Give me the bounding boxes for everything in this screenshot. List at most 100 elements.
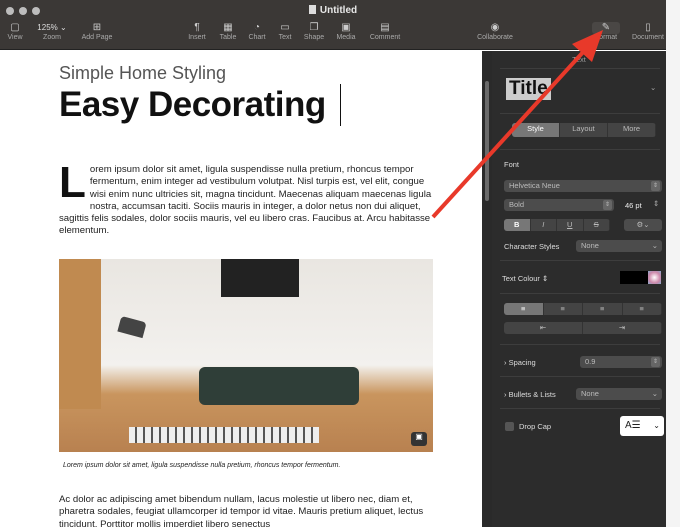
window-title-text: Untitled xyxy=(319,5,358,16)
stepper-icon: ⇕ xyxy=(651,181,660,191)
sidebar-header: Text xyxy=(572,55,586,64)
increase-indent-icon[interactable]: ⇥ xyxy=(583,322,662,334)
image-caption[interactable]: Lorem ipsum dolor sit amet, ligula suspe… xyxy=(63,462,340,469)
text-colour-well[interactable] xyxy=(620,271,648,284)
text-colour-label: Text Colour ⇕ xyxy=(502,274,549,283)
collaborate-button[interactable]: ◉ Collaborate xyxy=(470,22,520,41)
colour-picker-icon[interactable] xyxy=(648,271,661,284)
table-label: Table xyxy=(219,34,237,41)
document-icon: ▯ xyxy=(645,22,651,33)
add-page-label: Add Page xyxy=(81,34,113,41)
tab-more[interactable]: More xyxy=(608,123,656,137)
toolbar: Untitled ▢ View 125% ⌄ Zoom ⊞ Add Page ¶ Ins… xyxy=(0,0,666,50)
zoom-label: Zoom xyxy=(43,34,61,41)
bullets-label: Bullets & Lists xyxy=(508,390,556,399)
font-label: Font xyxy=(504,160,520,169)
image-icon[interactable]: ▣ xyxy=(411,432,427,446)
bold-button[interactable]: B xyxy=(504,219,531,231)
character-styles-select[interactable]: None ⌄ xyxy=(576,240,662,252)
text-format-buttons: B I U S xyxy=(504,219,610,231)
font-size-field[interactable]: 46 pt xyxy=(625,201,642,210)
insert-label: Insert xyxy=(188,34,206,41)
gear-icon: ⚙⌄ xyxy=(636,220,650,229)
body-text: orem ipsum dolor sit amet, ligula suspen… xyxy=(59,164,432,237)
indent-buttons: ⇤ ⇥ xyxy=(504,322,662,334)
font-family-select[interactable]: Helvetica Neue ⇕ xyxy=(504,180,662,192)
underline-button[interactable]: U xyxy=(557,219,584,231)
document-icon xyxy=(308,5,316,14)
floor-sofa xyxy=(199,367,359,405)
media-label: Media xyxy=(336,34,356,41)
add-page-button[interactable]: ⊞ Add Page xyxy=(77,22,117,41)
subtitle[interactable]: Simple Home Styling xyxy=(59,63,226,84)
chart-label: Chart xyxy=(248,34,266,41)
paintbrush-icon: ✎ xyxy=(592,22,620,34)
media-icon: ▣ xyxy=(341,22,351,33)
text-options-button[interactable]: ⚙⌄ xyxy=(624,219,662,231)
character-styles-label: Character Styles xyxy=(504,242,560,251)
decrease-indent-icon[interactable]: ⇤ xyxy=(504,322,583,334)
scrollbar[interactable] xyxy=(482,51,492,527)
add-page-icon: ⊞ xyxy=(92,22,102,33)
bullets-value: None xyxy=(581,389,599,398)
spacing-field[interactable]: 0.9 ⇕ xyxy=(580,356,662,368)
spacing-disclosure[interactable]: › Spacing xyxy=(504,358,536,367)
align-right-icon[interactable]: ≡ xyxy=(583,303,623,315)
bamboo-screen xyxy=(59,259,101,409)
text-caret xyxy=(340,84,341,126)
align-left-icon[interactable]: ≡ xyxy=(504,303,544,315)
format-label: Format xyxy=(594,34,618,41)
view-label: View xyxy=(7,34,23,41)
tab-layout[interactable]: Layout xyxy=(560,123,608,137)
spacing-label: Spacing xyxy=(508,358,536,367)
italic-button[interactable]: I xyxy=(531,219,557,231)
living-room-photo[interactable]: ▣ xyxy=(59,259,433,452)
document-button[interactable]: ▯ Document xyxy=(628,22,668,41)
font-weight-select[interactable]: Bold ⇕ xyxy=(504,199,614,211)
spacing-value: 0.9 xyxy=(585,357,596,366)
drop-cap: L xyxy=(59,158,86,207)
stepper-icon: ⇕ xyxy=(651,357,660,367)
align-center-icon[interactable]: ≡ xyxy=(544,303,583,315)
font-family-value: Helvetica Neue xyxy=(509,181,560,190)
format-button[interactable]: ✎ Format xyxy=(586,22,626,41)
rug xyxy=(129,427,319,443)
drop-cap-style-select[interactable]: A☰ ⌄ xyxy=(620,416,664,436)
scrollbar-thumb[interactable] xyxy=(485,81,489,201)
justify-icon[interactable]: ≡ xyxy=(623,303,662,315)
title-heading[interactable]: Easy Decorating xyxy=(59,85,326,125)
font-weight-value: Bold xyxy=(509,200,525,209)
paragraph-style-preview[interactable]: Title xyxy=(506,78,551,100)
chevron-down-icon[interactable]: ⌄ xyxy=(650,83,656,92)
zoom-button[interactable]: 125% ⌄ Zoom xyxy=(32,22,72,41)
sidebar-tabs: Style Layout More xyxy=(512,123,656,137)
document-label: Document xyxy=(632,34,664,41)
text-label: Text xyxy=(278,34,292,41)
strikethrough-button[interactable]: S xyxy=(584,219,610,231)
view-button[interactable]: ▢ View xyxy=(0,22,35,41)
comment-label: Comment xyxy=(369,34,401,41)
bullets-disclosure[interactable]: › Bullets & Lists xyxy=(504,390,556,399)
body-paragraph[interactable]: Lorem ipsum dolor sit amet, ligula suspe… xyxy=(59,158,434,238)
comment-button[interactable]: ▤ Comment xyxy=(365,22,405,41)
drop-cap-style-icon: A☰ xyxy=(625,420,641,431)
alignment-buttons: ≡ ≡ ≡ ≡ xyxy=(504,303,662,315)
floor-lamp xyxy=(117,315,147,339)
collaborate-icon: ◉ xyxy=(490,22,500,33)
bullets-select[interactable]: None ⌄ xyxy=(576,388,662,400)
drop-cap-checkbox[interactable] xyxy=(505,422,514,431)
media-button[interactable]: ▣ Media xyxy=(326,22,366,41)
font-size-stepper[interactable]: ⇕ xyxy=(653,199,659,208)
stepper-icon: ⇕ xyxy=(603,200,612,210)
collaborate-label: Collaborate xyxy=(477,34,513,41)
comment-icon: ▤ xyxy=(380,22,390,33)
drop-cap-label: Drop Cap xyxy=(519,422,552,431)
window-title: Untitled xyxy=(0,5,666,16)
document-canvas[interactable]: Simple Home Styling Easy Decorating Lore… xyxy=(0,51,482,527)
tab-style[interactable]: Style xyxy=(512,123,560,137)
format-sidebar: Text Title ⌄ Style Layout More Font Helv… xyxy=(492,51,666,527)
body-paragraph-2[interactable]: Ac dolor ac adipiscing amet bibendum nul… xyxy=(59,494,434,527)
shape-label: Shape xyxy=(303,34,325,41)
character-styles-value: None xyxy=(581,241,599,250)
zoom-value: 125% ⌄ xyxy=(37,23,67,32)
